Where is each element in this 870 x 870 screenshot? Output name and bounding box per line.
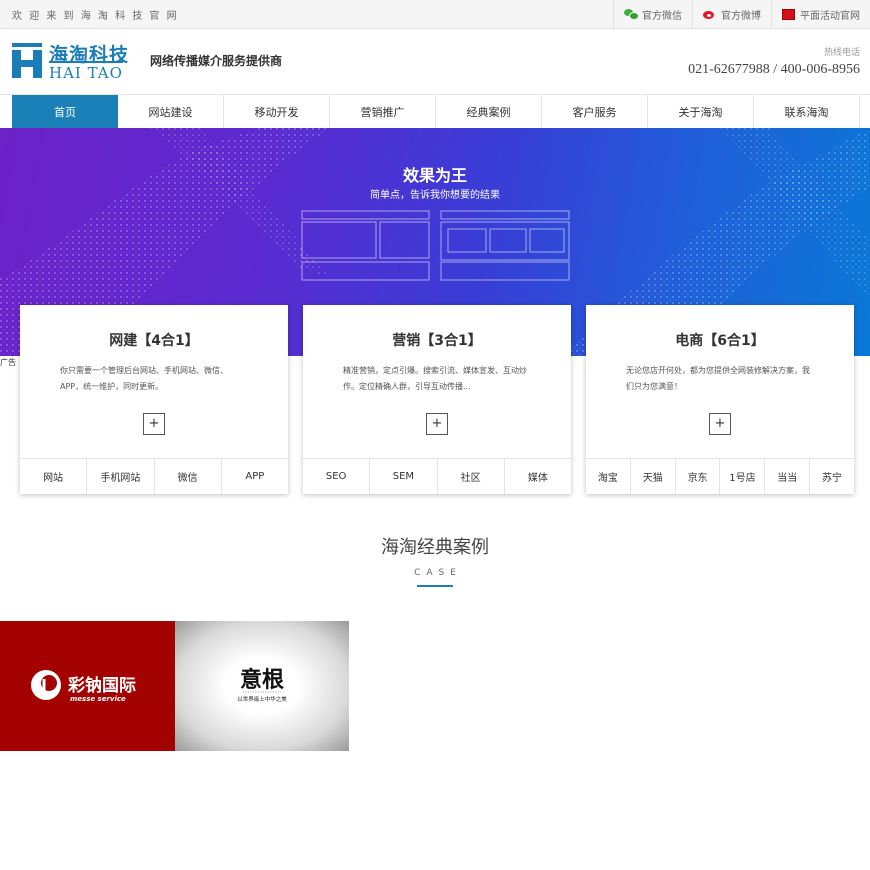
banner-title: 效果为王 [402, 166, 467, 185]
service-card-marketing: 营销【3合1】 精准营销，定点引爆。搜索引流、媒体宣发、互动炒作。定位精确人群，… [303, 305, 571, 494]
official-wechat-label: 官方微信 [642, 10, 682, 22]
activity-site-label: 平面活动官网 [800, 10, 860, 22]
nav-item-cases[interactable]: 经典案例 [436, 95, 542, 128]
case-item-name: 意根 [240, 667, 284, 693]
card-more-button[interactable]: + [709, 413, 731, 435]
nav-item-about[interactable]: 关于海淘 [648, 95, 754, 128]
messe-logo: 彩钠国际 messe service [31, 670, 136, 703]
official-weibo-link[interactable]: 官方微博 [692, 0, 771, 28]
hotline: 热线电话 021-62677988 / 400-006-8956 [688, 45, 860, 78]
official-wechat-link[interactable]: 官方微信 [613, 0, 692, 28]
nav-item-marketing[interactable]: 营销推广 [330, 95, 436, 128]
case-item-sub: 以世界级上中华之美 [237, 695, 287, 703]
card-more-button[interactable]: + [426, 413, 448, 435]
tag-seo[interactable]: SEO [303, 459, 371, 494]
top-links: 官方微信 官方微博 平面活动官网 [613, 0, 870, 28]
weibo-icon [703, 9, 716, 20]
card-tags: 网站 手机网站 微信 APP [20, 458, 288, 494]
logo-mark-icon [12, 41, 42, 78]
site-logo[interactable]: 海淘科技 HAI TAO [12, 41, 128, 82]
card-title: 营销【3合1】 [392, 333, 482, 349]
hotline-label: 热线电话 [823, 48, 860, 58]
card-title: 电商【6合1】 [675, 333, 765, 349]
activity-site-link[interactable]: 平面活动官网 [771, 0, 870, 28]
logo-en-text: HAI TAO [49, 61, 123, 82]
card-description: 无论您店开何处，都为您提供全网装修解决方案，我们只为您满意！ [626, 366, 810, 391]
case-section-heading: 海淘经典案例 CASE [0, 533, 870, 587]
main-nav: 首页 网站建设 移动开发 营销推广 经典案例 客户服务 关于海淘 联系海淘 [0, 94, 870, 129]
tag-sem[interactable]: SEM [370, 459, 438, 494]
case-item-yigen[interactable]: 意根 以世界级上中华之美 [175, 621, 349, 751]
tag-mobile-site[interactable]: 手机网站 [87, 459, 155, 494]
ad-tag: 广告 [0, 358, 16, 367]
tag-yhd[interactable]: 1号店 [720, 459, 766, 494]
nav-item-mobile[interactable]: 移动开发 [224, 95, 330, 128]
tag-app[interactable]: APP [222, 459, 288, 494]
card-more-button[interactable]: + [143, 413, 165, 435]
case-item-name: 彩钠国际 [67, 675, 136, 696]
welcome-text: 欢 迎 来 到 海 淘 科 技 官 网 [12, 10, 179, 22]
card-description: 精准营销，定点引爆。搜索引流、媒体宣发、互动炒作。定位精确人群，引导互动传播..… [343, 366, 527, 391]
hotline-number: 021-62677988 / 400-006-8956 [688, 62, 860, 77]
case-item-sub: messe service [70, 695, 126, 703]
tag-tmall[interactable]: 天猫 [631, 459, 676, 494]
tag-suning[interactable]: 苏宁 [810, 459, 854, 494]
card-tags: 淘宝 天猫 京东 1号店 当当 苏宁 [586, 458, 854, 494]
site-header: 海淘科技 HAI TAO 网络传播媒介服务提供商 热线电话 021-626779… [0, 29, 870, 94]
top-bar: 欢 迎 来 到 海 淘 科 技 官 网 官方微信 官方微博 平面活动官网 [0, 0, 870, 29]
card-description: 你只需要一个管理后台网站、手机网站、微信、APP，统一维护，同时更新。 [60, 366, 228, 391]
site-slogan: 网络传播媒介服务提供商 [150, 54, 283, 68]
case-subheading: CASE [414, 568, 462, 578]
tag-dangdang[interactable]: 当当 [765, 459, 811, 494]
service-card-ecommerce: 电商【6合1】 无论您店开何处，都为您提供全网装修解决方案，我们只为您满意！ +… [586, 305, 854, 494]
tag-media[interactable]: 媒体 [505, 459, 571, 494]
case-item-messe[interactable]: 彩钠国际 messe service [0, 621, 175, 751]
official-weibo-label: 官方微博 [721, 10, 761, 22]
tag-website[interactable]: 网站 [20, 459, 88, 494]
nav-item-home[interactable]: 首页 [12, 95, 118, 128]
tag-wechat[interactable]: 微信 [155, 459, 222, 494]
heading-underline [417, 585, 453, 587]
card-tags: SEO SEM 社区 媒体 [303, 458, 571, 494]
tag-taobao[interactable]: 淘宝 [586, 459, 631, 494]
banner-subtitle: 简单点，告诉我你想要的结果 [370, 190, 500, 201]
card-title: 网建【4合1】 [109, 333, 199, 349]
wechat-icon [624, 9, 639, 20]
nav-item-contact[interactable]: 联系海淘 [754, 95, 860, 128]
yigen-logo: 意根 以世界级上中华之美 [237, 667, 287, 703]
tag-community[interactable]: 社区 [438, 459, 505, 494]
case-heading: 海淘经典案例 [381, 537, 489, 558]
nav-item-website[interactable]: 网站建设 [118, 95, 224, 128]
tag-jd[interactable]: 京东 [676, 459, 721, 494]
nav-item-service[interactable]: 客户服务 [542, 95, 648, 128]
service-card-website: 网建【4合1】 你只需要一个管理后台网站、手机网站、微信、APP，统一维护，同时… [20, 305, 288, 494]
activity-icon [782, 8, 795, 20]
